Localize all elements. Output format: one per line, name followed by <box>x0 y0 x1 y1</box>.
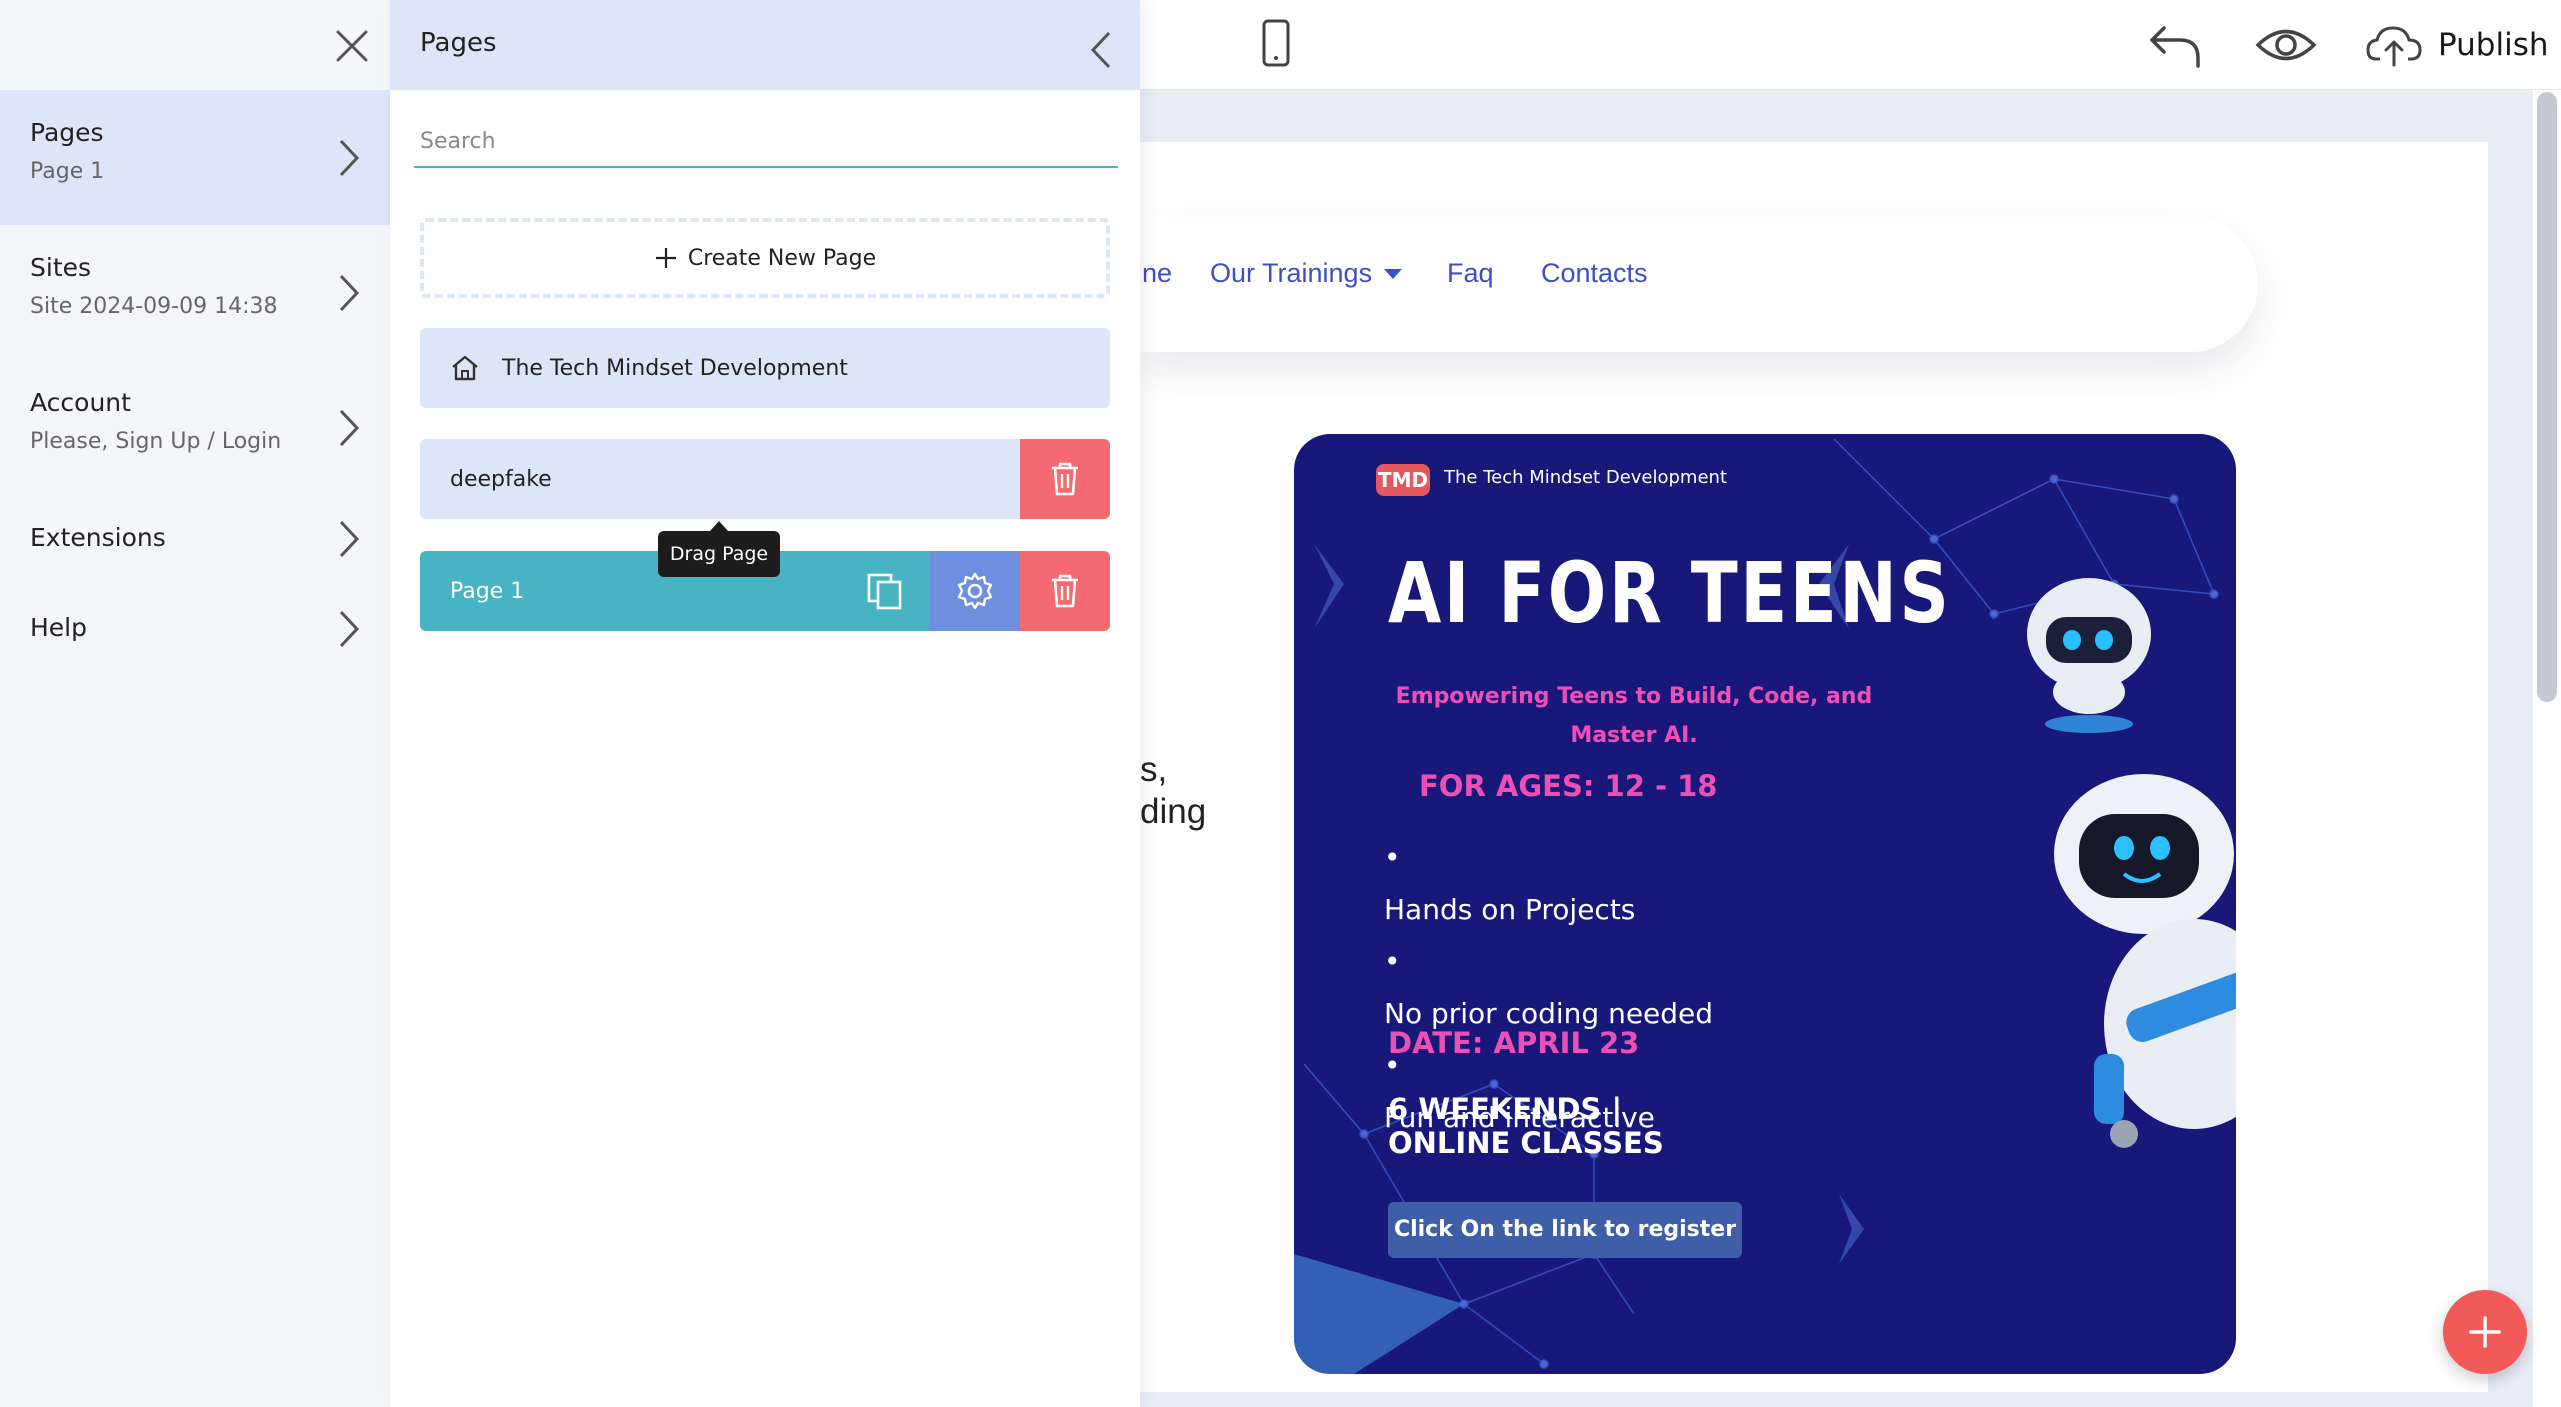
page-name: Page 1 <box>450 578 525 604</box>
nav-link-our-trainings[interactable]: Our Trainings <box>1210 258 1403 289</box>
flyer-ages: FOR AGES: 12 - 18 <box>1419 769 1718 803</box>
duplicate-page-button[interactable] <box>840 551 930 631</box>
create-label: Create New Page <box>687 245 877 271</box>
editor-canvas: ne Our Trainings Faq Contacts s, ding TM… <box>1140 90 2533 1407</box>
pages-panel: Pages Create New Page The Tech Mindset D… <box>390 0 1140 1407</box>
body-text-fragment: s, <box>1140 750 1168 789</box>
list-item: • Hands on Projects <box>1384 841 1636 926</box>
tmd-logo: TMD <box>1376 464 1430 496</box>
flyer-title: AI FOR TEENS <box>1388 544 1952 642</box>
nav-link-contacts[interactable]: Contacts <box>1541 258 1648 289</box>
add-block-button[interactable] <box>2443 1290 2527 1374</box>
menu-item-account[interactable]: Account Please, Sign Up / Login <box>0 360 390 495</box>
preview-eye-icon[interactable] <box>2254 20 2318 70</box>
main-menu-header <box>0 0 390 90</box>
trash-icon <box>1052 574 1078 608</box>
copy-icon <box>867 573 902 610</box>
body-text-fragment: ding <box>1140 792 1207 831</box>
page-preview: ne Our Trainings Faq Contacts s, ding TM… <box>1140 142 2488 1392</box>
ai-for-teens-flyer: TMD The Tech Mindset Development AI FOR … <box>1294 434 2236 1374</box>
close-icon[interactable] <box>334 28 370 64</box>
pages-panel-header: Pages <box>390 0 1140 90</box>
menu-item-title: Help <box>30 613 87 642</box>
search-input[interactable] <box>414 118 1118 164</box>
page-search <box>414 118 1118 168</box>
main-menu: Pages Page 1 Sites Site 2024-09-09 14:38… <box>0 0 390 1407</box>
trash-icon <box>1052 462 1078 496</box>
list-item: • No prior coding needed <box>1384 945 1714 1030</box>
delete-page-button[interactable] <box>1020 551 1110 631</box>
home-icon <box>452 355 478 381</box>
menu-item-title: Account <box>30 388 131 417</box>
page-row-home[interactable]: The Tech Mindset Development <box>420 328 1110 408</box>
menu-item-extensions[interactable]: Extensions <box>0 495 390 585</box>
panel-title: Pages <box>420 28 497 58</box>
caret-down-icon <box>1384 268 1403 279</box>
cloud-upload-icon <box>2366 26 2422 67</box>
create-new-page-button[interactable]: Create New Page <box>420 218 1110 298</box>
menu-item-subtitle: Site 2024-09-09 14:38 <box>30 294 278 319</box>
menu-item-help[interactable]: Help <box>0 585 390 675</box>
canvas-scrollbar-thumb[interactable] <box>2537 92 2557 702</box>
plus-icon <box>655 248 676 268</box>
gear-icon <box>957 572 993 610</box>
flyer-brand: The Tech Mindset Development <box>1444 467 1728 488</box>
menu-item-title: Extensions <box>30 523 166 552</box>
mobile-device-icon[interactable] <box>1250 18 1300 70</box>
plus-icon <box>2469 1316 2501 1348</box>
undo-icon[interactable] <box>2146 20 2206 70</box>
page-name: The Tech Mindset Development <box>502 355 848 381</box>
chevron-right-icon <box>339 610 360 648</box>
publish-button[interactable]: Publish <box>2366 14 2556 76</box>
editor-topbar: Publish <box>1140 0 2561 90</box>
flyer-date: DATE: APRIL 23 <box>1388 1026 1640 1060</box>
flyer-schedule: 6 WEEKENDS | ONLINE CLASSES <box>1388 1092 1664 1160</box>
flyer-subtitle: Empowering Teens to Build, Code, and Mas… <box>1395 684 1873 748</box>
nav-link-home[interactable]: ne <box>1142 258 1172 289</box>
menu-item-sites[interactable]: Sites Site 2024-09-09 14:38 <box>0 225 390 360</box>
register-cta: Click On the link to register <box>1388 1202 1742 1258</box>
publish-label: Publish <box>2438 27 2549 63</box>
page-row-deepfake[interactable]: deepfake <box>420 439 1110 519</box>
chevron-right-icon <box>339 274 360 312</box>
nav-link-label: Our Trainings <box>1210 258 1373 288</box>
chevron-right-icon <box>339 139 360 177</box>
delete-page-button[interactable] <box>1020 439 1110 519</box>
chevron-right-icon <box>339 409 360 447</box>
menu-item-title: Pages <box>30 118 104 147</box>
page-settings-button[interactable] <box>930 551 1020 631</box>
menu-item-subtitle: Please, Sign Up / Login <box>30 429 282 454</box>
menu-item-subtitle: Page 1 <box>30 159 105 184</box>
flyer-schedule-line: 6 WEEKENDS | <box>1388 1092 1623 1126</box>
flyer-schedule-line: ONLINE CLASSES <box>1388 1126 1664 1160</box>
chevron-right-icon <box>339 520 360 558</box>
nav-link-faq[interactable]: Faq <box>1447 258 1494 289</box>
menu-item-pages[interactable]: Pages Page 1 <box>0 90 390 225</box>
drag-page-tooltip: Drag Page <box>658 521 780 577</box>
menu-item-title: Sites <box>30 253 92 282</box>
page-name: deepfake <box>450 466 552 492</box>
chevron-left-icon[interactable] <box>1090 30 1112 70</box>
